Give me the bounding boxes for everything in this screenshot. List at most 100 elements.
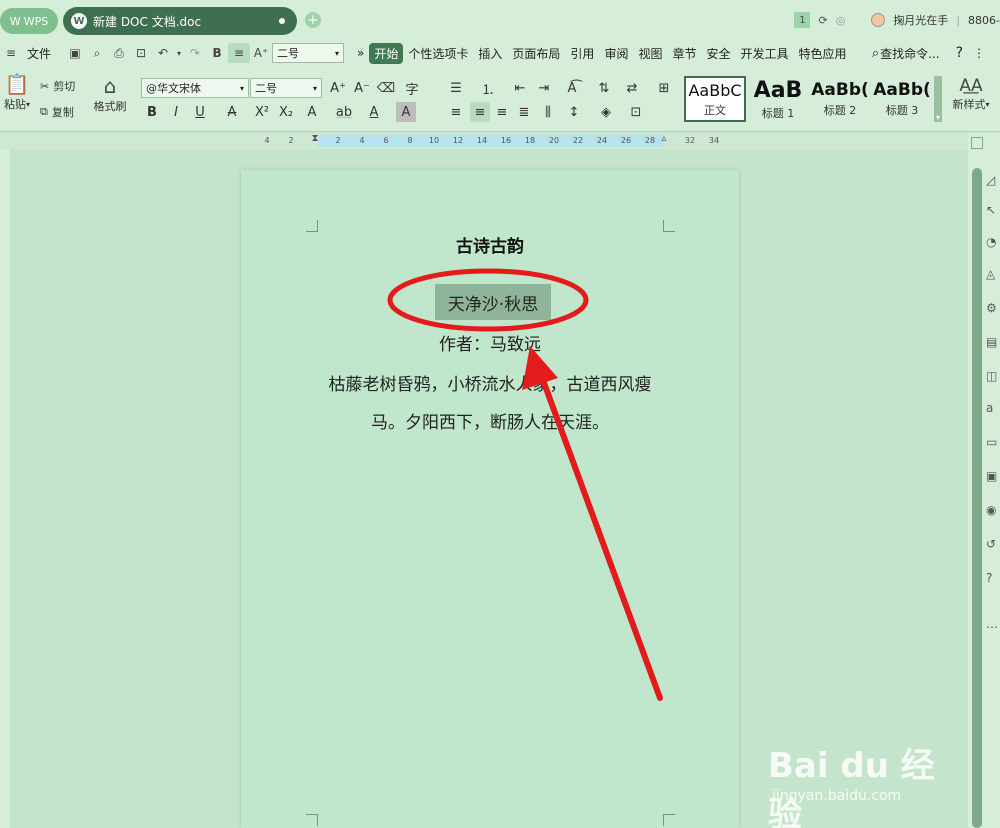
panel-style-icon[interactable]: ◬ xyxy=(986,267,1000,281)
tab-home[interactable]: 开始 xyxy=(369,42,404,64)
superscript-icon[interactable]: X² xyxy=(252,102,272,122)
panel-layout-icon[interactable]: ▤ xyxy=(986,335,1000,349)
quick-font-size-select[interactable]: 二号 ▾ xyxy=(272,43,345,63)
print-preview-icon[interactable]: ⊡ xyxy=(130,43,152,63)
panel-text-icon[interactable]: a xyxy=(986,401,1000,415)
account-id[interactable]: 8806- xyxy=(968,14,1000,27)
tab-developer[interactable]: 开发工具 xyxy=(736,45,794,62)
tab-review[interactable]: 审阅 xyxy=(599,45,633,62)
tab-features[interactable]: 特色应用 xyxy=(794,45,852,62)
panel-select-icon[interactable]: ↖ xyxy=(986,203,1000,217)
tab-insert[interactable]: 插入 xyxy=(473,45,507,62)
font-name-select[interactable]: @华文宋体 ▾ xyxy=(141,78,249,98)
tab-security[interactable]: 安全 xyxy=(701,45,735,62)
horizontal-ruler[interactable]: 4 2 ⧗ 2 4 6 8 10 12 14 16 18 20 22 24 26… xyxy=(0,133,968,149)
scrollbar-thumb[interactable] xyxy=(972,168,982,828)
panel-frame-icon[interactable]: ◫ xyxy=(986,369,1000,383)
bold-icon[interactable]: B xyxy=(142,102,162,122)
borders-icon[interactable]: ⊡ xyxy=(626,102,646,122)
align-right-icon[interactable]: ≡ xyxy=(492,102,512,122)
panel-help-icon[interactable]: ? xyxy=(986,571,1000,585)
more-tabs-icon[interactable]: » xyxy=(352,46,369,60)
new-style-button[interactable]: A͟A 新样式 ▾ xyxy=(950,76,992,112)
file-menu[interactable]: 文件 xyxy=(22,45,56,62)
align-left-icon[interactable]: ≡ xyxy=(446,102,466,122)
save-icon[interactable]: ▣ xyxy=(64,43,86,63)
cut-button[interactable]: ✂ 剪切 xyxy=(40,78,75,94)
font-size-select[interactable]: 二号 ▾ xyxy=(250,78,322,98)
tab-chapter[interactable]: 章节 xyxy=(667,45,701,62)
page-badge[interactable]: 1 xyxy=(794,12,811,28)
sync-icon[interactable]: ⟳ xyxy=(818,14,827,27)
phonetic-guide-icon[interactable]: 字 xyxy=(402,78,422,98)
copy-button[interactable]: ⧉ 复制 xyxy=(40,104,74,120)
center-align-quick-icon[interactable]: ≡ xyxy=(228,43,251,63)
style-heading-2[interactable]: AaBb( 标题 2 xyxy=(810,76,870,122)
align-center-icon[interactable]: ≡ xyxy=(470,102,490,122)
panel-tools-icon[interactable]: ⚙ xyxy=(986,301,1000,315)
command-search[interactable]: 查找命令... xyxy=(879,45,944,62)
format-painter-button[interactable]: ⌂ 格式刷 xyxy=(90,74,130,114)
grow-font-icon[interactable]: A⁺ xyxy=(328,78,348,98)
poem-author[interactable]: 作者：马致远 xyxy=(241,330,739,355)
tab-view[interactable]: 视图 xyxy=(633,45,667,62)
panel-edit-icon[interactable]: ◿ xyxy=(986,173,1000,187)
bullet-list-icon[interactable]: ☰ xyxy=(446,78,466,98)
hamburger-menu-icon[interactable]: ≡ xyxy=(0,43,22,63)
show-marks-icon[interactable]: ⇄ xyxy=(622,78,642,98)
avatar[interactable] xyxy=(871,13,886,27)
share-icon[interactable]: ◎ xyxy=(836,14,846,27)
gallery-expand-icon[interactable]: ▾ xyxy=(934,76,942,122)
font-color-icon[interactable]: A xyxy=(364,102,384,122)
user-name[interactable]: 掬月光在手 xyxy=(893,12,948,28)
subscript-icon[interactable]: X₂ xyxy=(276,102,296,122)
panel-more-icon[interactable]: … xyxy=(986,617,1000,631)
italic-icon[interactable]: I xyxy=(166,102,186,122)
panel-image-icon[interactable]: ▣ xyxy=(986,469,1000,483)
underline-icon[interactable]: U xyxy=(190,102,210,122)
decrease-indent-icon[interactable]: ⇤ xyxy=(510,78,530,98)
split-view-icon[interactable] xyxy=(971,137,983,149)
more-options-icon[interactable]: ⋮ xyxy=(968,46,990,60)
format-painter-quick-icon[interactable]: ⌕ xyxy=(86,43,108,63)
panel-history-icon[interactable]: ↺ xyxy=(986,537,1000,551)
print-icon[interactable]: ⎙ xyxy=(108,43,130,63)
tab-references[interactable]: 引用 xyxy=(565,45,599,62)
paste-button[interactable]: 📋 粘贴 ▾ xyxy=(0,72,34,112)
search-icon[interactable]: ⌕ xyxy=(872,46,879,61)
add-tab-button[interactable]: + xyxy=(305,12,321,28)
chinese-layout-icon[interactable]: A͡ xyxy=(562,78,582,98)
shading-fill-icon[interactable]: ◈ xyxy=(596,102,616,122)
panel-doc-icon[interactable]: ▭ xyxy=(986,435,1000,449)
redo-icon[interactable]: ↷ xyxy=(184,43,206,63)
clear-format-icon[interactable]: ⌫ xyxy=(376,78,396,98)
increase-font-icon[interactable]: A⁺ xyxy=(250,43,272,63)
distributed-align-icon[interactable]: ⫼ xyxy=(538,102,558,122)
text-effect-icon[interactable]: A xyxy=(302,102,322,122)
highlight-icon[interactable]: ab xyxy=(334,102,354,122)
table-icon[interactable]: ⊞ xyxy=(654,78,674,98)
shrink-font-icon[interactable]: A⁻ xyxy=(352,78,372,98)
style-heading-3[interactable]: AaBb( 标题 3 xyxy=(872,76,932,122)
strikethrough-icon[interactable]: A xyxy=(222,102,242,122)
poem-title[interactable]: 古诗古韵 xyxy=(241,232,739,257)
undo-icon[interactable]: ↶ xyxy=(152,43,174,63)
document-page[interactable]: 古诗古韵 天净沙·秋思 作者：马致远 枯藤老树昏鸦，小桥流水人家，古道西风瘦 马… xyxy=(241,170,739,828)
undo-dropdown-icon[interactable]: ▾ xyxy=(174,43,184,63)
style-normal[interactable]: AaBbC 正文 xyxy=(684,76,746,122)
line-spacing-icon[interactable]: ↕ xyxy=(564,102,584,122)
style-heading-1[interactable]: AaB 标题 1 xyxy=(748,76,808,122)
right-indent-marker-icon[interactable]: ▵ xyxy=(659,133,669,149)
left-indent-marker-icon[interactable]: ⧗ xyxy=(310,133,320,149)
vertical-scrollbar[interactable] xyxy=(968,133,986,828)
poem-subtitle-selected[interactable]: 天净沙·秋思 xyxy=(435,284,551,320)
tab-personal[interactable]: 个性选项卡 xyxy=(403,45,473,62)
justify-icon[interactable]: ≣ xyxy=(514,102,534,122)
bold-quick-icon[interactable]: B xyxy=(206,43,228,63)
tab-page-layout[interactable]: 页面布局 xyxy=(507,45,565,62)
numbered-list-icon[interactable]: ⒈ xyxy=(478,78,498,98)
panel-shape-icon[interactable]: ◔ xyxy=(986,235,1000,249)
poem-line[interactable]: 马。夕阳西下，断肠人在天涯。 xyxy=(241,408,739,433)
panel-location-icon[interactable]: ◉ xyxy=(986,503,1000,517)
document-tab[interactable]: W 新建 DOC 文档.doc xyxy=(63,7,297,35)
